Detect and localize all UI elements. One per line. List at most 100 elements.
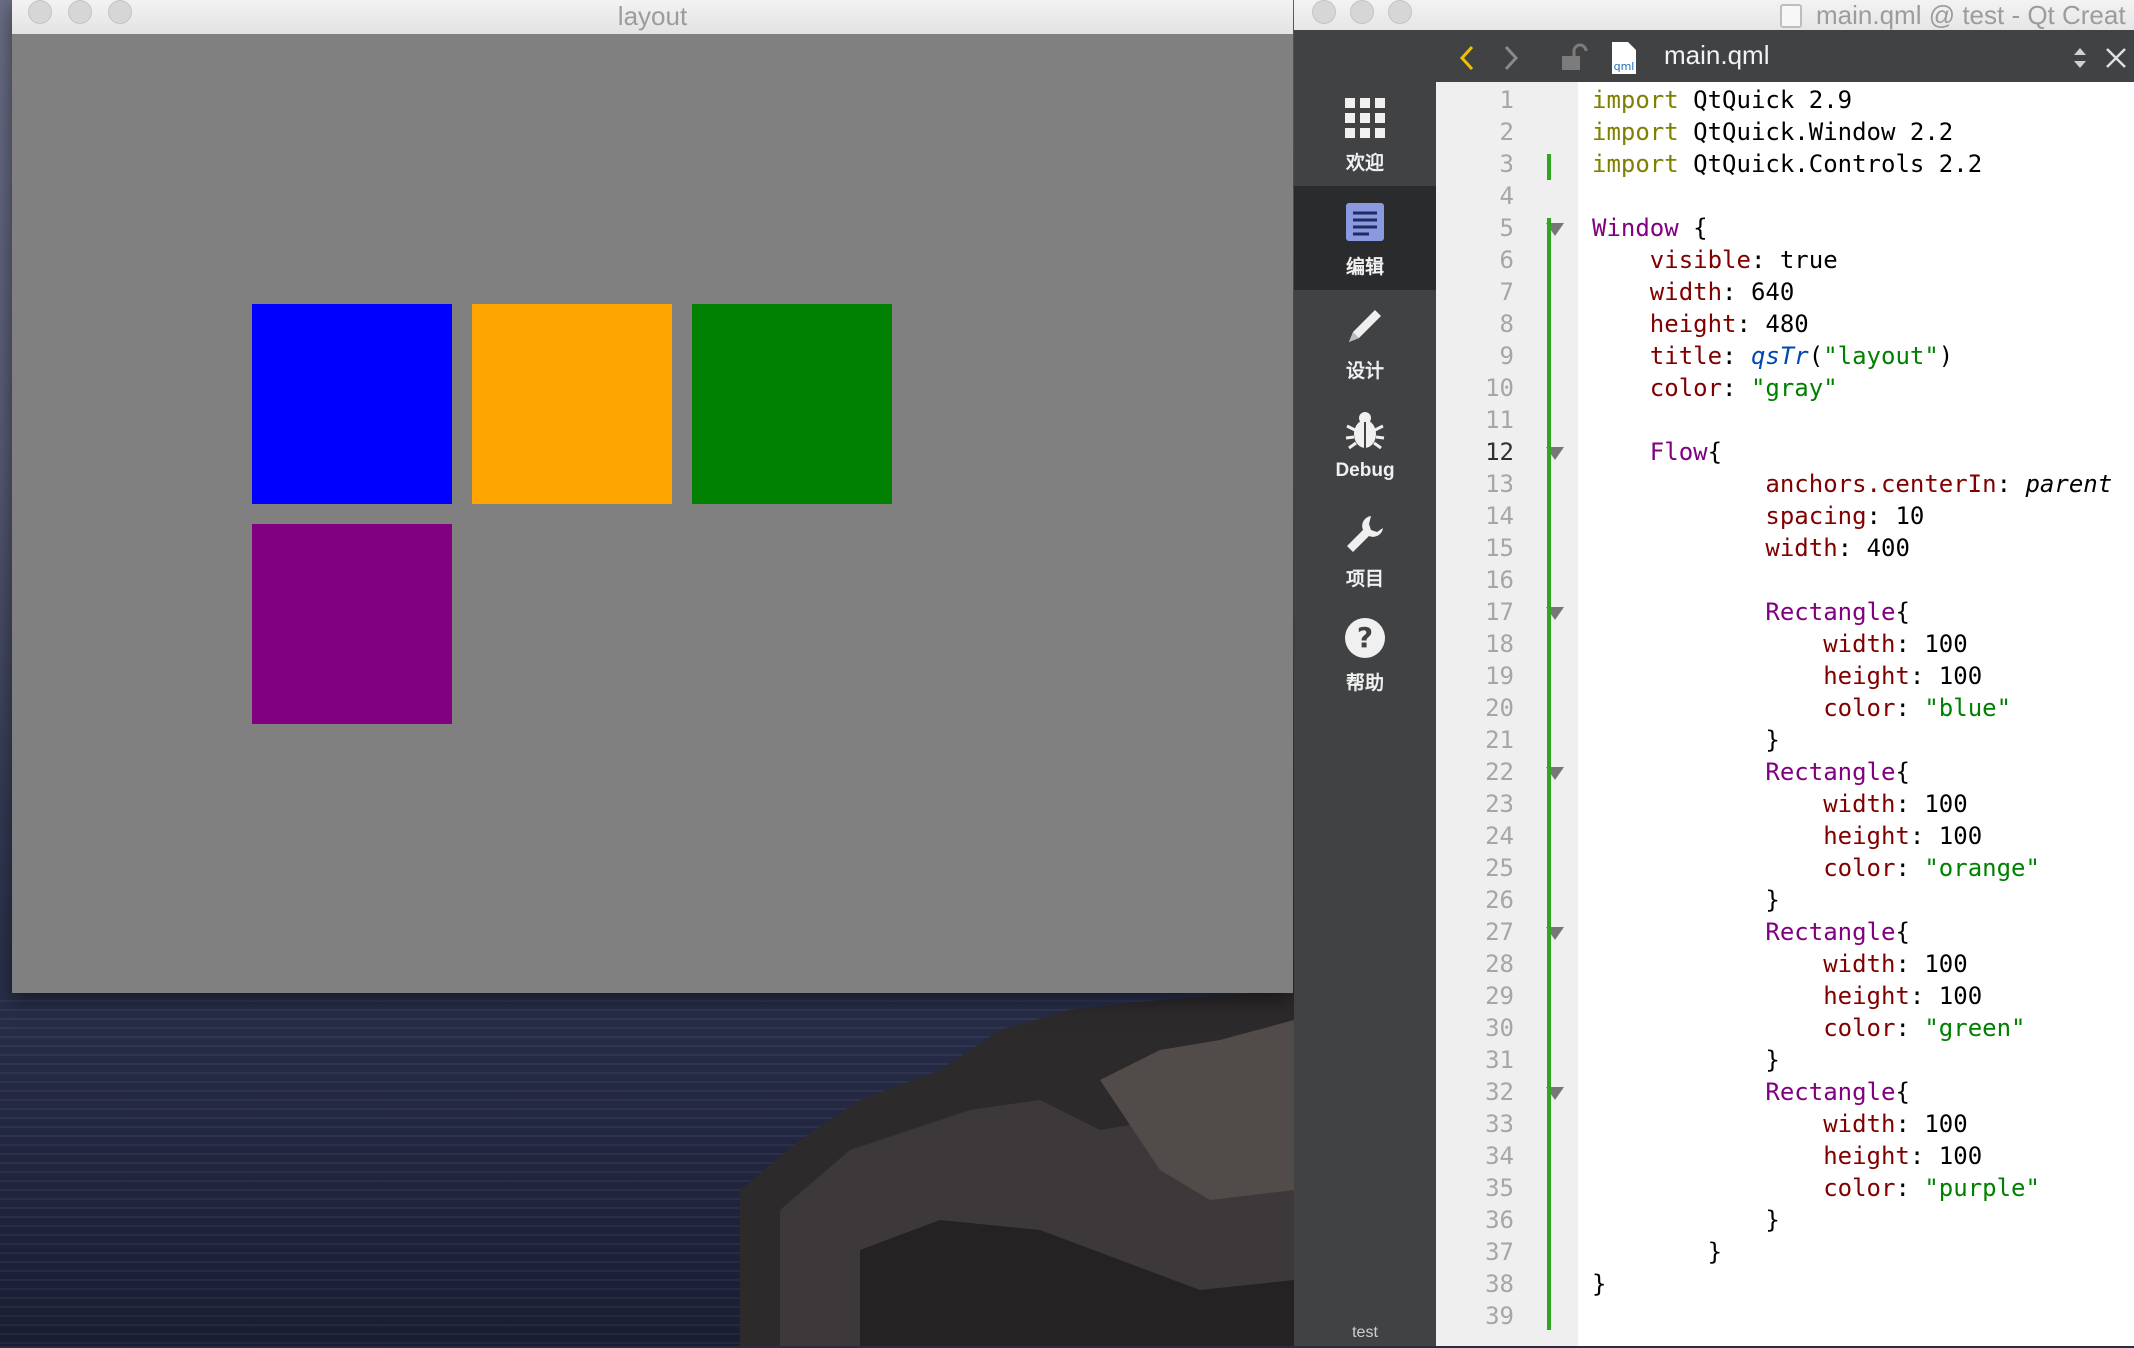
code-line[interactable]: color: "purple" (1592, 1172, 2040, 1204)
code-line[interactable]: anchors.centerIn: parent (1592, 468, 2112, 500)
qt-creator-titlebar[interactable]: main.qml @ test - Qt Creat (1294, 0, 2134, 30)
code-token: "orange" (1924, 854, 2040, 882)
qt-close-window-icon[interactable] (1312, 0, 1336, 24)
qt-minimize-window-icon[interactable] (1350, 0, 1374, 24)
code-line[interactable]: } (1592, 1204, 1779, 1236)
chevron-right-icon[interactable] (1492, 40, 1528, 76)
wrench-icon (1347, 516, 1383, 552)
line-number: 16 (1485, 566, 1514, 594)
code-line[interactable]: Rectangle{ (1592, 596, 1910, 628)
code-line[interactable]: width: 640 (1592, 276, 1795, 308)
code-line[interactable]: width: 100 (1592, 788, 1968, 820)
pencil-icon (1349, 310, 1381, 342)
code-line[interactable]: color: "green" (1592, 1012, 2026, 1044)
code-line[interactable]: } (1592, 1236, 1722, 1268)
code-token: width (1649, 278, 1723, 306)
code-line[interactable]: Flow{ (1592, 436, 1722, 468)
mode-design[interactable]: 设计 (1294, 290, 1436, 394)
code-token: Flow (1649, 438, 1708, 466)
mode-help-label: 帮助 (1345, 673, 1384, 694)
code-token: height (1823, 662, 1910, 690)
code-line[interactable]: } (1592, 884, 1779, 916)
layout-window-titlebar[interactable]: layout (12, 0, 1293, 35)
code-line[interactable]: Rectangle{ (1592, 1076, 1910, 1108)
code-token: : 10 (1866, 502, 1925, 530)
code-token: "green" (1924, 1014, 2026, 1042)
code-token: { (1678, 214, 1708, 242)
code-line[interactable]: width: 100 (1592, 948, 1968, 980)
code-line[interactable]: width: 100 (1592, 1108, 1968, 1140)
mode-projects[interactable]: 项目 (1294, 498, 1436, 602)
code-line[interactable]: width: 100 (1592, 628, 1968, 660)
code-line[interactable]: title: qsTr("layout") (1592, 340, 1953, 372)
code-line[interactable]: import QtQuick 2.9 (1592, 84, 1852, 116)
code-token: width (1823, 950, 1896, 978)
code-line[interactable]: Rectangle{ (1592, 916, 1910, 948)
grid-icon (1345, 98, 1385, 138)
line-number: 12 (1485, 438, 1514, 466)
code-line[interactable]: } (1592, 1268, 1606, 1300)
lock-icon[interactable] (1554, 40, 1590, 76)
line-number: 11 (1485, 406, 1514, 434)
code-token: width (1823, 790, 1896, 818)
orange-rectangle (472, 304, 672, 504)
code-token: { (1895, 758, 1910, 786)
code-token: Rectangle (1765, 1078, 1896, 1106)
updown-arrows-icon[interactable] (2062, 40, 2098, 76)
code-line[interactable]: height: 480 (1592, 308, 1809, 340)
code-line[interactable]: color: "blue" (1592, 692, 2011, 724)
open-file-name[interactable]: main.qml (1664, 40, 1769, 71)
code-editor[interactable]: 1 2 3 4 5 6 7 8 9 10 11 12 13 14 15 16 17 18 19 20 21 22 23 24 2… (1436, 82, 2134, 1346)
project-target-label[interactable]: test (1294, 1324, 1436, 1348)
code-line[interactable]: Window { (1592, 212, 1708, 244)
code-token: { (1895, 1078, 1910, 1106)
code-token: spacing (1765, 502, 1867, 530)
mode-welcome[interactable]: 欢迎 (1294, 82, 1436, 186)
mode-debug[interactable]: Debug (1294, 394, 1436, 498)
code-line[interactable]: } (1592, 724, 1779, 756)
mode-edit[interactable]: 编辑 (1294, 186, 1436, 290)
code-line[interactable]: color: "gray" (1592, 372, 1838, 404)
chevron-left-icon[interactable] (1450, 40, 1486, 76)
code-line[interactable]: height: 100 (1592, 1140, 1982, 1172)
code-line[interactable]: width: 400 (1592, 532, 1910, 564)
code-token: Rectangle (1765, 918, 1896, 946)
code-token: : 100 (1909, 982, 1983, 1010)
purple-rectangle (252, 524, 452, 724)
code-token: } (1592, 1238, 1723, 1266)
line-number: 24 (1485, 822, 1514, 850)
code-line[interactable]: visible: true (1592, 244, 1838, 276)
code-line[interactable]: spacing: 10 (1592, 500, 1924, 532)
code-token: height (1823, 982, 1910, 1010)
line-number: 22 (1485, 758, 1514, 786)
code-line[interactable]: } (1592, 1044, 1779, 1076)
code-token: : (1722, 374, 1751, 402)
code-line[interactable]: Rectangle{ (1592, 756, 1910, 788)
qt-zoom-window-icon[interactable] (1388, 0, 1412, 24)
code-line[interactable]: color: "orange" (1592, 852, 2040, 884)
code-token: title (1649, 342, 1723, 370)
code-line[interactable]: height: 100 (1592, 820, 1982, 852)
code-line[interactable]: import QtQuick.Controls 2.2 (1592, 148, 1982, 180)
code-line[interactable]: height: 100 (1592, 980, 1982, 1012)
code-line[interactable]: height: 100 (1592, 660, 1982, 692)
code-token: { (1895, 918, 1910, 946)
code-line[interactable]: import QtQuick.Window 2.2 (1592, 116, 1953, 148)
close-icon[interactable] (2098, 40, 2134, 76)
code-token: : (1895, 854, 1925, 882)
line-number: 26 (1485, 886, 1514, 914)
code-area[interactable]: import QtQuick 2.9 import QtQuick.Window … (1592, 82, 2132, 1346)
line-number: 27 (1485, 918, 1514, 946)
mode-help[interactable]: ? 帮助 (1294, 602, 1436, 706)
code-token: height (1649, 310, 1737, 338)
code-token: ( (1808, 342, 1824, 370)
line-number: 29 (1485, 982, 1514, 1010)
